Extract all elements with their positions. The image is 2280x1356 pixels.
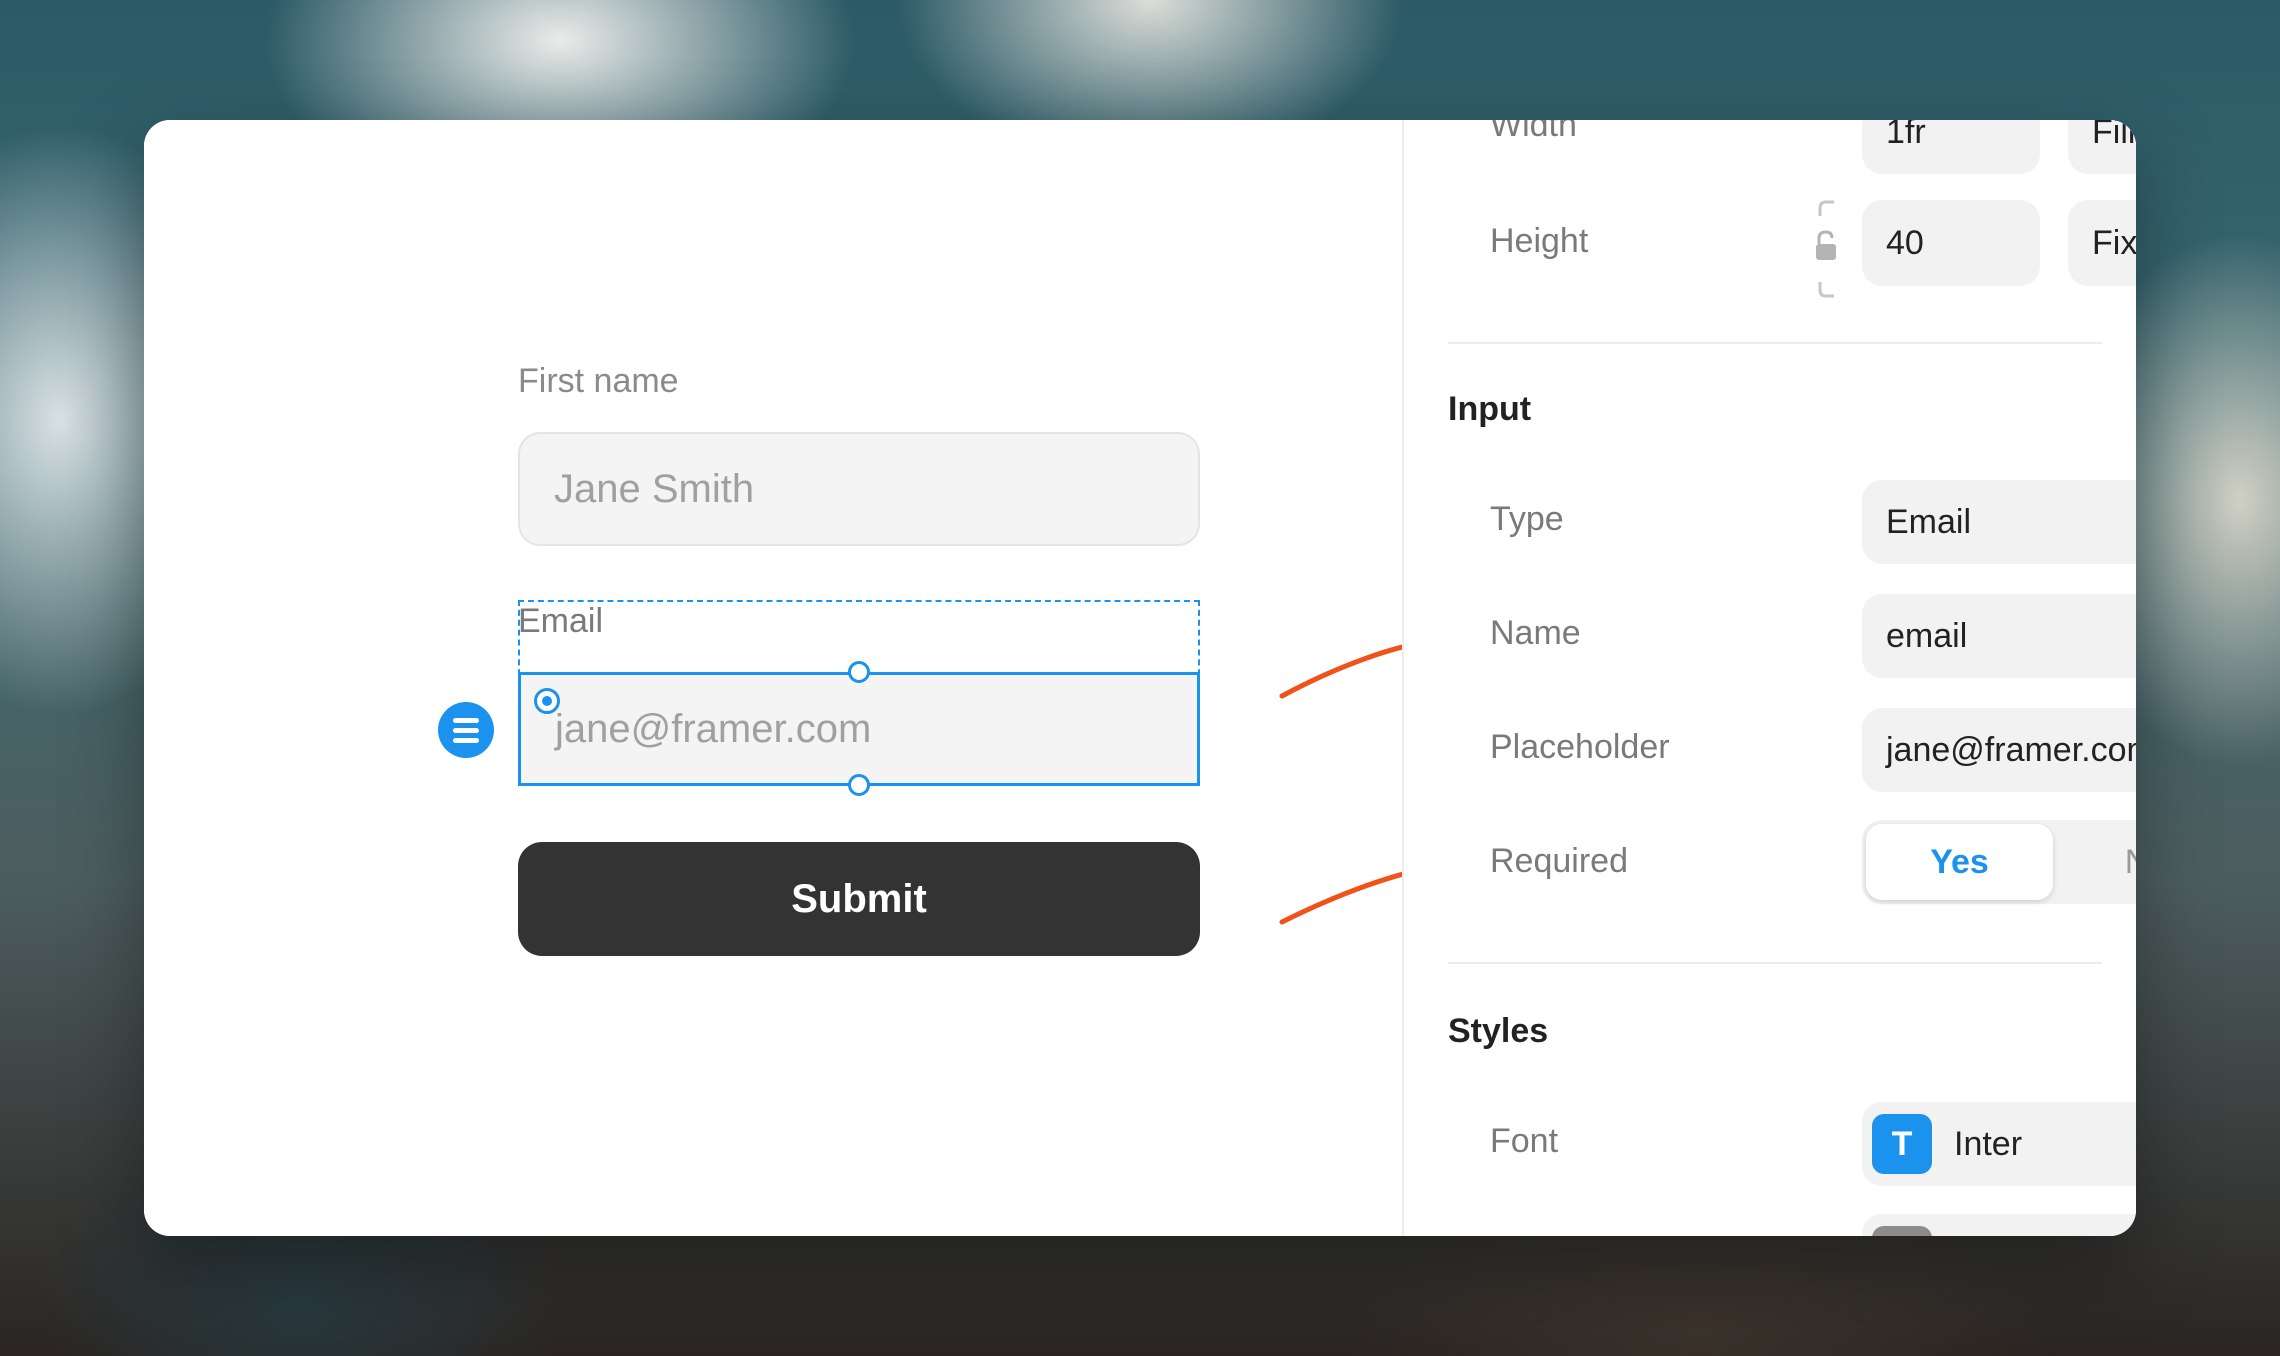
required-toggle: Yes No: [1862, 820, 2136, 904]
placeholder-input[interactable]: jane@framer.com: [1862, 708, 2136, 792]
type-label: Type: [1490, 500, 1564, 538]
aspect-lock-icon[interactable]: [1808, 180, 1848, 320]
input-section-title: Input: [1448, 390, 1532, 428]
app-window: First name Jane Smith Email jane@framer.…: [144, 120, 2136, 1236]
name-label: Name: [1490, 614, 1581, 652]
required-no-option[interactable]: No: [2053, 824, 2136, 900]
submit-button[interactable]: Submit: [518, 842, 1200, 956]
name-input[interactable]: email: [1862, 594, 2136, 678]
font-value: Inter: [1954, 1124, 2023, 1163]
color-swatch: [1872, 1226, 1932, 1236]
email-input-selected[interactable]: jane@framer.com: [518, 672, 1200, 786]
type-select[interactable]: Email: [1862, 480, 2136, 564]
width-value-input[interactable]: 1fr: [1862, 120, 2040, 174]
height-mode-select[interactable]: Fixed: [2068, 200, 2136, 286]
width-mode-select[interactable]: Fill: [2068, 120, 2136, 174]
height-mode-value: Fixed: [2092, 223, 2136, 262]
first-name-input[interactable]: Jane Smith: [518, 432, 1200, 546]
first-name-label: First name: [518, 362, 679, 400]
top-resize-handle[interactable]: [848, 661, 870, 683]
required-yes-option[interactable]: Yes: [1866, 824, 2053, 900]
font-select[interactable]: T Inter: [1862, 1102, 2136, 1186]
properties-panel: Width 1fr Fill Height 40 Fixed Input Typ…: [1402, 120, 2136, 1236]
design-canvas[interactable]: First name Jane Smith Email jane@framer.…: [144, 120, 1402, 1236]
styles-section-title: Styles: [1448, 1012, 1549, 1050]
divider: [1448, 962, 2102, 964]
width-mode-value: Fill: [2092, 120, 2136, 151]
font-label: Font: [1490, 1122, 1559, 1160]
next-style-field[interactable]: [1862, 1214, 2136, 1236]
type-value: Email: [1886, 502, 1972, 541]
required-label: Required: [1490, 842, 1628, 880]
anchor-point-icon[interactable]: [534, 688, 560, 714]
height-label: Height: [1490, 222, 1589, 260]
email-label: Email: [518, 602, 604, 640]
text-type-icon: T: [1872, 1114, 1932, 1174]
placeholder-label: Placeholder: [1490, 728, 1670, 766]
stack-menu-icon[interactable]: [438, 702, 494, 758]
divider: [1448, 342, 2102, 344]
width-label: Width: [1490, 120, 1577, 144]
height-value-input[interactable]: 40: [1862, 200, 2040, 286]
bottom-resize-handle[interactable]: [848, 774, 870, 796]
